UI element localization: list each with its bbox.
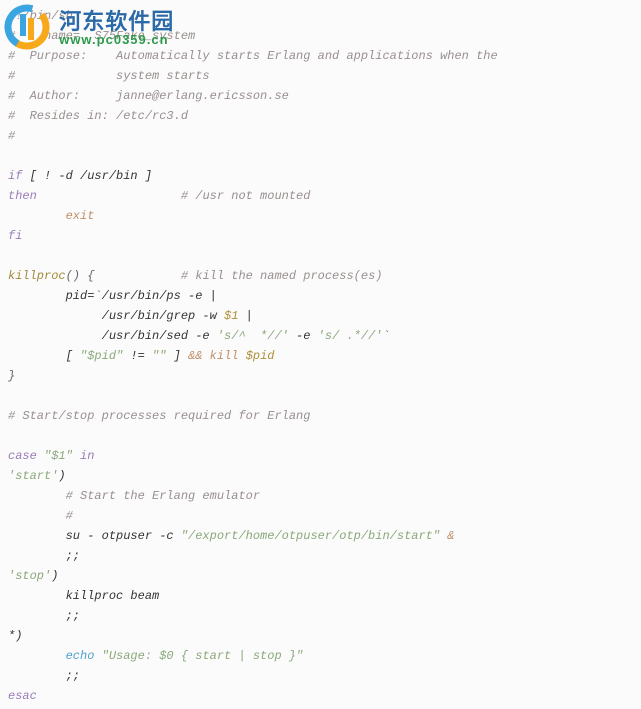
double-semicolon: ;; (8, 669, 80, 683)
shebang: #!/bin/sh (8, 9, 73, 23)
comment: # Start the Erlang emulator (8, 489, 260, 503)
comment: # Author: janne@erlang.ericsson.se (8, 89, 289, 103)
brace-close: } (8, 369, 15, 383)
keyword-fi: fi (8, 229, 22, 243)
case-wildcard: *) (8, 629, 22, 643)
comment: # system starts (8, 69, 210, 83)
comment: # Start/stop processes required for Erla… (8, 409, 310, 423)
comment: # (8, 129, 15, 143)
keyword-exit: exit (8, 209, 94, 223)
keyword-esac: esac (8, 689, 37, 703)
comment: # Resides in: /etc/rc3.d (8, 109, 188, 123)
keyword-echo: echo (8, 649, 102, 663)
double-semicolon: ;; (8, 549, 80, 563)
code-block: #!/bin/sh # name= S75Fake_system # Purpo… (8, 6, 633, 706)
func-name: killproc (8, 269, 66, 283)
case-label: 'start' (8, 469, 58, 483)
comment: # (8, 509, 73, 523)
double-semicolon: ;; (8, 609, 80, 623)
case-label: 'stop' (8, 569, 51, 583)
keyword-then: then (8, 189, 37, 203)
keyword-if: if (8, 169, 22, 183)
keyword-case: case (8, 449, 37, 463)
comment: # Purpose: Automatically starts Erlang a… (8, 49, 498, 63)
